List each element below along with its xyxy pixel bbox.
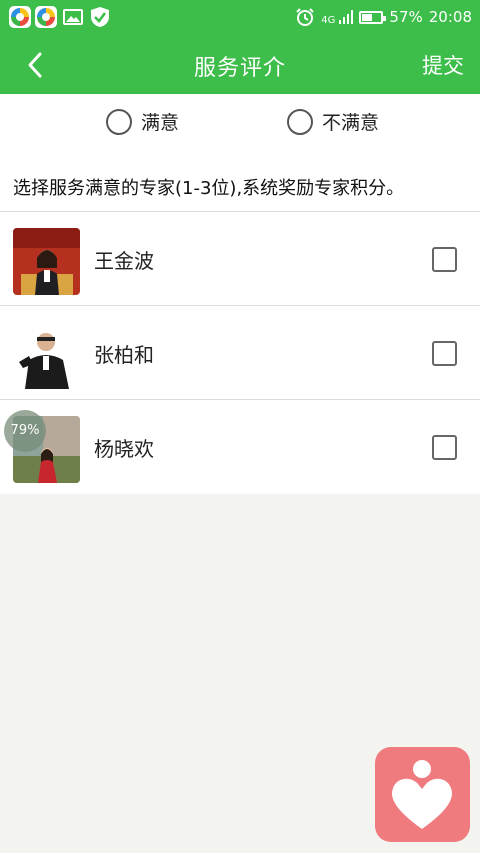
expert-row[interactable]: 王金波 <box>0 211 480 305</box>
image-icon <box>63 9 83 25</box>
avatar <box>13 322 80 389</box>
expert-name: 张柏和 <box>94 343 154 367</box>
signal-icon <box>339 10 354 24</box>
app-notification-icon <box>9 6 31 28</box>
expert-row[interactable]: 张柏和 <box>0 305 480 399</box>
radio-label: 满意 <box>141 112 180 134</box>
clock: 20:08 <box>428 8 472 26</box>
heart-person-icon <box>392 760 452 829</box>
expert-row[interactable]: 杨晓欢 <box>0 399 480 493</box>
status-bar: 4G 57% 20:08 <box>0 0 480 36</box>
app-bar: 服务评介 提交 <box>0 36 480 94</box>
expert-checkbox[interactable] <box>432 341 457 366</box>
status-right: 4G 57% 20:08 <box>295 7 472 27</box>
battery-percent: 57% <box>389 8 423 26</box>
submit-button[interactable]: 提交 <box>422 50 464 80</box>
radio-label: 不满意 <box>322 112 380 134</box>
notification-icons <box>9 6 111 28</box>
alarm-icon <box>296 8 315 26</box>
battery-icon <box>359 10 387 24</box>
app-notification-icon-2 <box>35 6 57 28</box>
rating-options: 满意 不满意 <box>0 108 480 144</box>
network-type: 4G <box>321 14 336 26</box>
radio-unsatisfied[interactable]: 不满意 <box>287 108 379 135</box>
avatar <box>13 228 80 295</box>
expert-name: 王金波 <box>94 249 154 273</box>
progress-badge: 79% <box>4 410 46 452</box>
radio-circle <box>106 108 132 135</box>
evaluation-card: 满意 不满意 选择服务满意的专家(1-3位),系统奖励专家积分。 王金波 张柏和… <box>0 94 480 494</box>
page-title: 服务评介 <box>193 56 286 81</box>
radio-satisfied[interactable]: 满意 <box>106 108 179 135</box>
radio-circle <box>287 108 313 135</box>
expert-checkbox[interactable] <box>432 247 457 272</box>
expert-name: 杨晓欢 <box>94 437 154 461</box>
expert-checkbox[interactable] <box>432 435 457 460</box>
shield-icon <box>91 7 109 27</box>
floating-heart-button[interactable] <box>375 747 470 842</box>
instruction-text: 选择服务满意的专家(1-3位),系统奖励专家积分。 <box>13 178 405 199</box>
